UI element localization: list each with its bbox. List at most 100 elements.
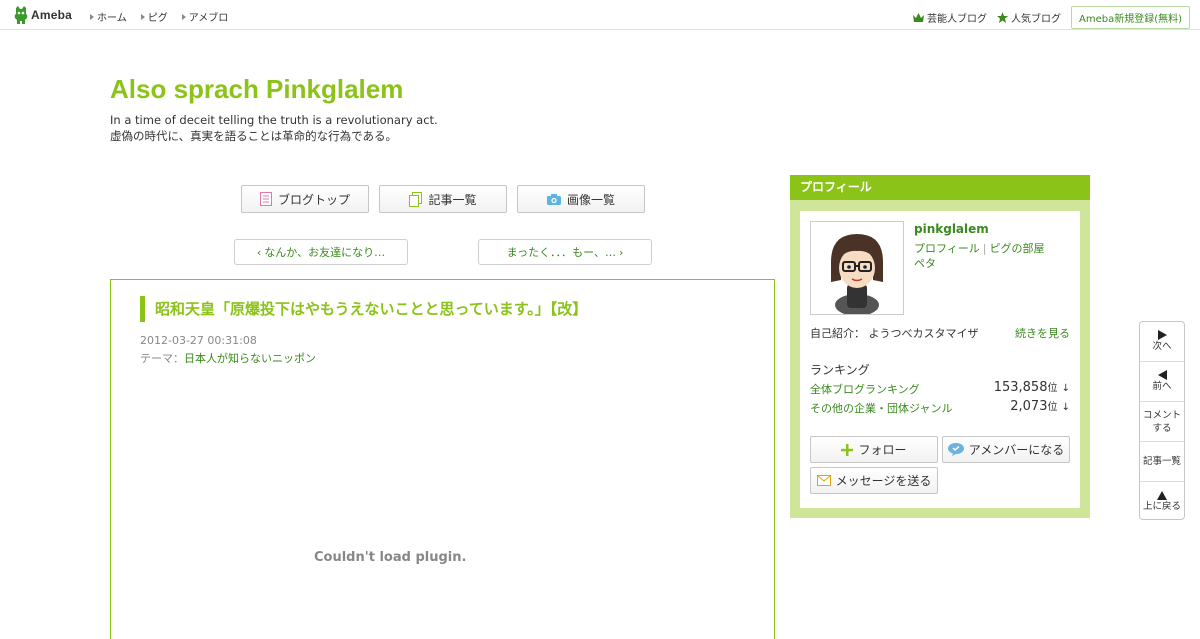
ranking-label: ランキング [810,363,870,377]
intro-label: 自己紹介： [810,327,865,340]
rank-down-arrow-icon: ↓ [1061,402,1070,413]
rank-unit: 位 [1047,383,1058,394]
side-top-button[interactable]: 上に戻る [1140,482,1184,522]
triangle-left-icon [1157,370,1167,380]
images-list-button[interactable]: 画像一覧 [517,185,645,213]
next-entry-label: まったく．．．もー、… [506,246,617,259]
amember-label: アメンバーになる [968,443,1065,457]
document-icon [259,192,272,206]
profile-body: pinkglalem プロフィール | ピグの部屋 ペタ 自己紹介： ようつべカスタ… [800,211,1080,508]
chevron-right-icon: › [619,245,624,259]
entries-list-label: 記事一覧 [428,192,477,207]
speech-bubble-icon [947,443,964,456]
blog-description-line-2: 虚偽の時代に、真実を語ることは革命的な行為である。 [110,129,398,143]
follow-label: フォロー [858,443,907,457]
profile-links: プロフィール | ピグの部屋 ペタ [914,241,1045,271]
ranking-row-genre: その他の企業・団体ジャンル 2,073位 ↓ [810,398,1070,416]
popular-blog-label: 人気ブログ [1010,14,1061,25]
avatar-character-icon [831,234,883,316]
amember-button[interactable]: アメンバーになる [942,436,1070,463]
blog-description: In a time of deceit telling the truth is… [110,112,438,144]
caret-icon [90,13,94,20]
side-comment-label-2: する [1152,422,1172,434]
envelope-icon [816,475,831,486]
copy-icon [409,191,423,207]
rank-number: 153,858 [993,380,1048,395]
popular-blog-link[interactable]: 人気ブログ [996,10,1061,25]
entry-date: 2012-03-27 00:31:08 [140,334,257,347]
nav-home-label: ホーム [97,13,127,24]
blog-top-button[interactable]: ブログトップ [241,185,369,213]
nav-ameblo[interactable]: アメブロ [181,9,229,24]
prev-entry-link[interactable]: ‹ なんか、お友達になり… [234,239,408,265]
plus-icon [841,443,854,456]
prev-entry-label: なんか、お友達になり… [264,246,386,259]
profile-name[interactable]: pinkglalem [914,222,989,236]
ranking-genre-link[interactable]: その他の企業・団体ジャンル [810,400,952,416]
profile-link[interactable]: プロフィール [914,242,980,255]
ameba-mascot-icon [14,6,28,24]
profile-heading: プロフィール [790,175,1090,200]
send-message-button[interactable]: メッセージを送る [810,467,938,494]
side-entries-label: 記事一覧 [1142,456,1181,467]
star-icon [996,12,1008,23]
rank-down-arrow-icon: ↓ [1061,383,1070,394]
chevron-left-icon: ‹ [256,245,262,259]
theme-label: テーマ： [140,352,184,365]
nav-home[interactable]: ホーム [90,9,127,24]
crown-icon [912,13,924,22]
top-bar: Ameba ホーム ピグ アメブロ 芸能人ブログ 人気ブログ Ameba新規登録… [0,0,1200,30]
side-top-label: 上に戻る [1142,501,1181,512]
celebrity-blog-label: 芸能人ブログ [926,14,987,25]
celebrity-blog-link[interactable]: 芸能人ブログ [912,10,987,25]
logo-text: Ameba [31,8,73,22]
side-comment-label-1: コメント [1142,409,1181,421]
entry-theme: テーマ：日本人が知らないニッポン [140,350,316,366]
side-next-button[interactable]: 次へ [1140,322,1184,362]
rank-number: 2,073 [1010,399,1048,414]
triangle-up-icon [1157,491,1167,500]
ranking-row-overall: 全体ブログランキング 153,858位 ↓ [810,379,1070,397]
top-right-links: 芸能人ブログ 人気ブログ Ameba新規登録(無料) [912,6,1200,29]
caret-icon [181,13,186,20]
nav-ameblo-label: アメブロ [188,13,229,24]
blog-description-line-1: In a time of deceit telling the truth is… [110,113,438,127]
side-entries-button[interactable]: 記事一覧 [1140,442,1184,482]
article: 昭和天皇「原爆投下はやもうえないことと思っています。」【改】 2012-03-2… [110,279,775,639]
send-message-label: メッセージを送る [835,474,932,488]
triangle-right-icon [1157,330,1167,340]
follow-button[interactable]: フォロー [810,436,938,463]
images-list-label: 画像一覧 [566,192,615,207]
nav-pig[interactable]: ピグ [140,9,168,24]
read-more-link[interactable]: 続きを見る [1015,325,1070,341]
blog-top-label: ブログトップ [277,192,350,207]
next-entry-link[interactable]: まったく．．．もー、… › [478,239,652,265]
nav-pig-label: ピグ [147,13,168,24]
floating-side-nav: 次へ 前へ コメント する 記事一覧 上に戻る [1139,321,1185,520]
intro-text: ようつべカスタマイザ [868,327,979,340]
top-nav: ホーム ピグ アメブロ [90,9,242,24]
pig-room-link[interactable]: ピグの部屋 [990,242,1045,255]
entry-title[interactable]: 昭和天皇「原爆投下はやもうえないことと思っています。」【改】 [140,296,587,322]
peta-link[interactable]: ペタ [914,256,1045,271]
ranking-genre-value: 2,073位 ↓ [1010,398,1070,414]
self-intro: 自己紹介： ようつべカスタマイザ 続きを見る [810,325,1070,341]
rank-unit: 位 [1047,402,1058,413]
side-comment-button[interactable]: コメント する [1140,402,1184,442]
blog-title[interactable]: Also sprach Pinkglalem [110,74,403,105]
theme-link[interactable]: 日本人が知らないニッポン [184,352,316,365]
separator: | [982,242,987,255]
side-prev-label: 前へ [1152,381,1172,392]
side-prev-button[interactable]: 前へ [1140,362,1184,402]
ranking-overall-link[interactable]: 全体ブログランキング [810,381,920,397]
plugin-error-message: Couldn't load plugin. [314,550,467,565]
caret-icon [140,13,145,20]
avatar[interactable] [810,221,904,316]
register-button[interactable]: Ameba新規登録(無料) [1070,6,1190,29]
profile-panel: プロフィール pinkglalem プロフィール | ピグの部屋 ペタ 自己紹介… [790,175,1090,518]
ameba-logo[interactable]: Ameba [13,6,72,24]
camera-icon [546,193,561,205]
ranking-overall-value: 153,858位 ↓ [994,379,1070,395]
entries-list-button[interactable]: 記事一覧 [379,185,507,213]
side-next-label: 次へ [1152,341,1172,352]
